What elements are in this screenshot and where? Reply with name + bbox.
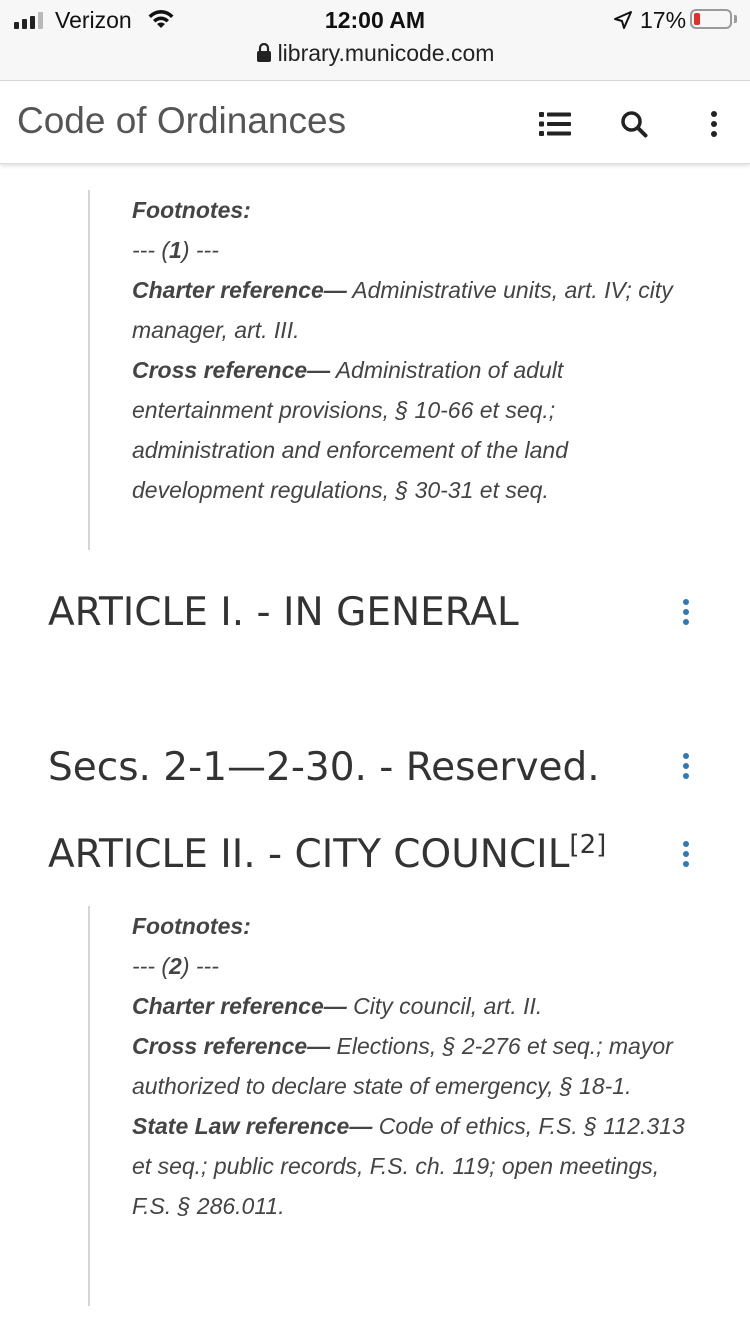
- carrier-name: Verizon: [55, 7, 132, 33]
- signal-strength-icon: [14, 11, 43, 29]
- footnotes-heading: Footnotes:: [132, 913, 251, 939]
- footnote-number: --- (1) ---: [132, 237, 219, 263]
- section-title: ARTICLE I. - IN GENERAL: [48, 590, 519, 635]
- footnote-link[interactable]: [2]: [569, 830, 606, 860]
- section-menu-button[interactable]: [680, 753, 692, 779]
- section-menu-button[interactable]: [680, 599, 692, 625]
- charter-reference: Charter reference— City council, art. II…: [132, 993, 543, 1019]
- lock-icon: [256, 42, 272, 69]
- footnote-number: --- (2) ---: [132, 953, 219, 979]
- search-icon[interactable]: [614, 104, 654, 144]
- section-heading: ARTICLE II. - CITY COUNCIL[2]: [48, 832, 606, 877]
- state-law-reference: State Law reference— Code of ethics, F.S…: [132, 1113, 685, 1219]
- footnotes-heading: Footnotes:: [132, 197, 251, 223]
- cross-reference: Cross reference— Elections, § 2-276 et s…: [132, 1033, 673, 1099]
- section-heading: ARTICLE I. - IN GENERAL: [48, 590, 519, 635]
- page-title: Code of Ordinances: [17, 100, 347, 141]
- list-icon[interactable]: [535, 104, 575, 144]
- section-heading: Secs. 2-1—2-30. - Reserved.: [48, 745, 600, 790]
- footnotes-block: Footnotes: --- (1) --- Charter reference…: [88, 190, 688, 550]
- section-title: ARTICLE II. - CITY COUNCIL: [48, 832, 570, 877]
- section-menu-button[interactable]: [680, 841, 692, 867]
- url-bar[interactable]: library.municode.com: [0, 40, 750, 69]
- section-title: Secs. 2-1—2-30. - Reserved.: [48, 745, 600, 790]
- wifi-icon: [146, 8, 176, 35]
- footnotes-block: Footnotes: --- (2) --- Charter reference…: [88, 906, 688, 1306]
- app-header: Code of Ordinances: [0, 81, 750, 164]
- url-text: library.municode.com: [277, 40, 495, 66]
- battery-percent: 17%: [640, 7, 687, 33]
- battery-icon: [690, 9, 732, 29]
- location-arrow-icon: [612, 9, 634, 36]
- cross-reference: Cross reference— Administration of adult…: [132, 357, 568, 503]
- battery-cap: [734, 15, 737, 23]
- more-vertical-icon[interactable]: [694, 104, 734, 144]
- charter-reference: Charter reference— Administrative units,…: [132, 277, 673, 343]
- status-bar: Verizon 12:00 AM 17% library.municode.co…: [0, 0, 750, 81]
